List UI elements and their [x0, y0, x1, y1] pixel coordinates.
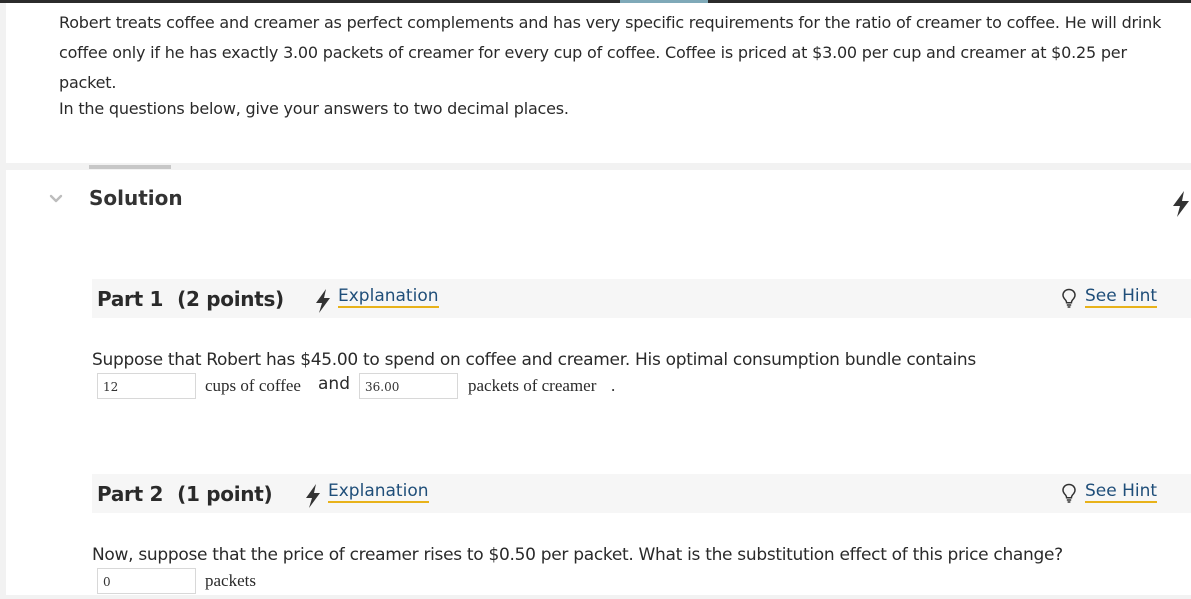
- part-1-label: Part 1: [97, 287, 164, 311]
- conjunction-text: and: [318, 374, 350, 394]
- problem-statement: Robert treats coffee and creamer as perf…: [59, 13, 1162, 92]
- part-2-header: Part 2 (1 point) Explanation See Hint: [92, 474, 1191, 513]
- part-1-title: Part 1 (2 points): [97, 287, 284, 311]
- lightning-bolt-icon: [1173, 191, 1189, 217]
- solution-tab-indicator: [89, 165, 171, 169]
- part-2-hint-link[interactable]: See Hint: [1085, 481, 1158, 503]
- creamer-unit-label: packets of creamer: [468, 376, 597, 395]
- part-1-header: Part 1 (2 points) Explanation See Hint: [92, 279, 1191, 318]
- part-1-question: Suppose that Robert has $45.00 to spend …: [92, 350, 976, 370]
- solution-title[interactable]: Solution: [89, 186, 183, 210]
- part-2-title: Part 2 (1 point): [97, 482, 273, 506]
- creamer-packets-answer-field[interactable]: 36.00: [359, 373, 458, 399]
- part-1-explanation-link[interactable]: Explanation: [338, 286, 439, 308]
- lightbulb-icon: [1062, 288, 1076, 308]
- part-1-answer-row: 12 cups of coffee and 36.00 packets of c…: [97, 373, 697, 403]
- part-1-hint-link[interactable]: See Hint: [1085, 286, 1158, 308]
- part-2-question: Now, suppose that the price of creamer r…: [92, 545, 1063, 565]
- lightning-bolt-icon: [316, 289, 330, 313]
- part-2-explanation-link[interactable]: Explanation: [328, 481, 429, 503]
- part-2-label: Part 2: [97, 482, 164, 506]
- instructions: In the questions below, give your answer…: [59, 99, 569, 118]
- coffee-unit-label: cups of coffee: [205, 376, 301, 395]
- part-1-points: (2 points): [177, 287, 284, 311]
- problem-intro: Robert treats coffee and creamer as perf…: [6, 3, 1191, 163]
- sentence-period: .: [611, 376, 616, 395]
- solution-section: Solution Part 1 (2 points) Explanation Se…: [6, 165, 1191, 598]
- packets-unit-label: packets: [205, 571, 256, 590]
- part-2-answer-row: 0 packets: [97, 568, 397, 598]
- lightning-bolt-icon: [306, 484, 320, 508]
- part-2-points: (1 point): [177, 482, 273, 506]
- lightbulb-icon: [1062, 483, 1076, 503]
- substitution-effect-answer-field[interactable]: 0: [97, 568, 196, 594]
- chevron-down-icon[interactable]: [47, 190, 65, 208]
- coffee-cups-answer-field[interactable]: 12: [97, 373, 196, 399]
